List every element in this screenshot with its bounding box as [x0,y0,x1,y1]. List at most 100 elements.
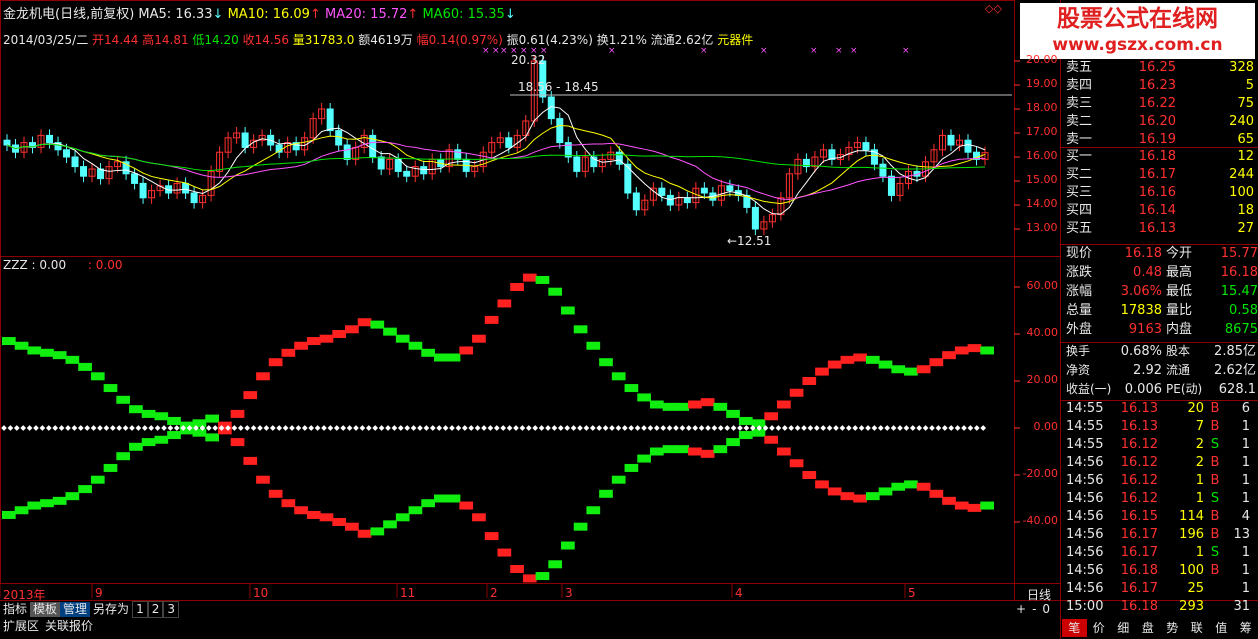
save-as-button[interactable]: 另存为 [90,602,132,617]
panel-tab[interactable]: 价 [1087,619,1112,637]
zzz-lower-step [815,480,829,489]
zzz-upper-step [904,367,918,376]
panel-tab[interactable]: 细 [1111,619,1136,637]
candle-body [394,158,402,172]
zzz-lower-step [65,492,80,501]
zzz-upper-step [510,283,524,291]
period-label[interactable]: 日线 [1027,586,1051,603]
zzz-upper-step [548,287,563,296]
quote-row: 外盘 9163 内盘 8675 [1062,320,1258,339]
indicator-button[interactable]: 指标 [0,602,30,617]
zero-marker [487,425,494,431]
ask-row[interactable]: 卖一 16.19 65 [1062,131,1258,149]
zero-marker [711,425,718,431]
zzz-upper-step [205,414,219,423]
zero-marker [314,425,321,431]
zero-marker [301,425,308,431]
zero-marker [602,425,609,431]
tick-volume: 1 [1195,545,1204,560]
zero-marker [449,425,455,431]
zzz-upper-step [459,346,474,355]
quote-row: 现价 16.18 今开 15.77 [1062,244,1258,263]
zzz-upper-step [611,372,626,381]
window-control-icon[interactable]: ◇◇ [985,2,1002,15]
tick-volume: 1 [1195,491,1204,506]
candle-body [71,156,79,168]
indicator-axis-label: 40.00 [1026,326,1059,339]
extension-area-button[interactable]: 扩展区 [0,619,42,634]
panel-tab[interactable]: 盘 [1136,619,1161,637]
tab-3[interactable]: 3 [163,601,179,618]
tick-price: 16.18 [1120,599,1158,614]
info-float: 流通2.62亿 [650,33,714,47]
info-high: 高14.81 [142,33,189,47]
tick-count: 1 [1241,437,1250,452]
tick-volume: 114 [1179,509,1204,524]
panel-tab[interactable]: 笔 [1062,619,1087,637]
ask-row[interactable]: 卖四 16.23 5 [1062,77,1258,95]
zero-marker [557,425,564,431]
zero-marker [909,425,916,431]
panel-tab[interactable]: 势 [1160,619,1185,637]
zzz-lower-step [78,485,92,494]
tick-price: 16.17 [1120,581,1158,596]
panel-tab[interactable]: 筹 [1234,619,1258,637]
zero-marker [231,425,238,431]
panel-tab[interactable]: 联 [1185,619,1210,637]
zzz-lower-step [510,565,524,573]
bid-row[interactable]: 买三 16.16 100 [1062,184,1258,202]
zzz-upper-step [116,395,131,404]
zzz-lower-step [319,513,334,522]
zero-marker [295,425,302,431]
bid-row[interactable]: 买五 16.13 27 [1062,220,1258,238]
signal-marker: × [760,46,768,56]
zero-marker [628,425,635,431]
bid-row[interactable]: 买二 16.17 244 [1062,166,1258,184]
industry-link[interactable]: 元器件 [717,33,753,47]
zero-marker [321,425,327,431]
info-low: 低14.20 [192,33,239,47]
zero-marker [717,425,724,431]
ask-row[interactable]: 卖三 16.22 75 [1062,95,1258,113]
candle-body [683,197,691,204]
zzz-lower-step [942,496,956,505]
indicator-axis-label: -40.00 [1022,514,1058,527]
zoom-in-button[interactable]: + [1013,602,1029,617]
zoom-out-button[interactable]: - [1029,602,1039,617]
tick-count: 1 [1241,419,1250,434]
tab-1[interactable]: 1 [132,601,148,618]
indicator-name: ZZZ [3,258,28,272]
reset-button[interactable]: 0 [1039,602,1053,617]
bid-row[interactable]: 买四 16.14 18 [1062,202,1258,220]
zero-marker [474,425,481,431]
tick-side [1204,580,1226,598]
time-axis-label: 4 [735,586,743,600]
zero-marker [884,425,891,431]
zero-marker [897,425,903,431]
extension-toolbar: 扩展区 关联报价 [0,619,96,635]
bid-price: 16.14 [1138,203,1176,218]
panel-tab[interactable]: 值 [1209,619,1234,637]
zero-marker [122,425,129,431]
zzz-upper-step [726,409,740,418]
zzz-upper-step [942,351,956,360]
related-quote-button[interactable]: 关联报价 [42,619,96,634]
tick-time: 14:56 [1066,491,1104,506]
bid-row[interactable]: 买一 16.18 12 [1062,148,1258,166]
ask-row[interactable]: 卖二 16.20 240 [1062,113,1258,131]
tab-2[interactable]: 2 [147,601,164,618]
template-button[interactable]: 模板 [30,602,61,617]
ask-row[interactable]: 卖五 16.25 328 [1062,59,1258,77]
zzz-upper-step [306,337,321,346]
high-annotation: 20.32 [511,53,546,67]
zzz-lower-step [916,482,931,491]
signal-marker: × [835,46,843,56]
zzz-lower-step [230,438,245,447]
tick-side: B [1210,527,1220,542]
time-axis-label: 10 [253,586,269,600]
manage-button[interactable]: 管理 [60,602,91,617]
zero-marker [564,425,571,431]
zzz-lower-step [586,506,601,515]
arrow-down-icon: ↓ [504,7,516,22]
bid-label: 买四 [1066,203,1093,218]
